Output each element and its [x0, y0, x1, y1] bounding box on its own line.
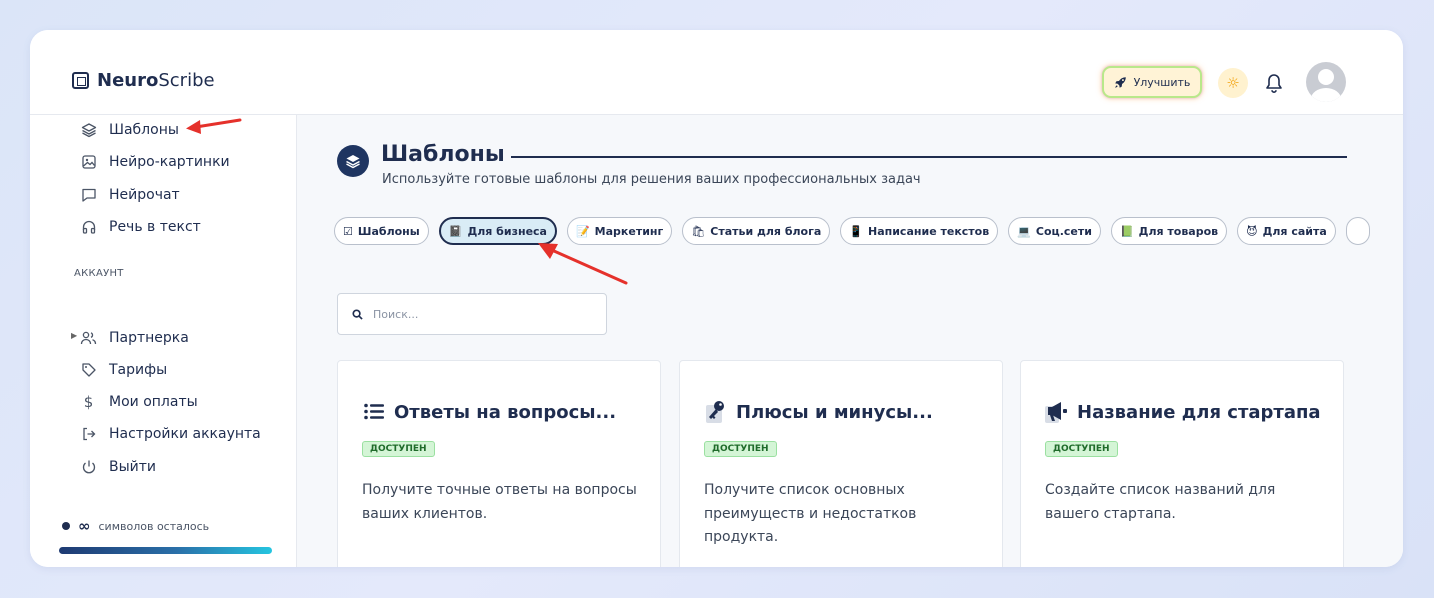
sidebar-item-neuro-images[interactable]: Нейро-картинки	[80, 151, 230, 173]
search-input[interactable]: Поиск...	[337, 293, 607, 335]
app-window: NeuroScribe Улучшить ☼ Шаблоны Нейро-кар…	[30, 30, 1403, 567]
sidebar-item-templates[interactable]: Шаблоны	[80, 119, 179, 141]
credits-symbol: ∞	[78, 517, 91, 535]
sidebar-item-account-settings[interactable]: Настройки аккаунта	[80, 423, 261, 445]
chip-label: Статьи для блога	[710, 224, 822, 238]
list-icon	[362, 399, 386, 425]
credits-progress-bar	[59, 547, 272, 554]
checkbox-icon: ☑	[343, 224, 353, 238]
card-title: Ответы на вопросы...	[362, 399, 616, 425]
sidebar-item-speech-to-text[interactable]: Речь в текст	[80, 216, 201, 238]
status-badge: ДОСТУПЕН	[362, 441, 435, 457]
notifications-button[interactable]	[1262, 70, 1286, 96]
sidebar-item-label: Мои оплаты	[109, 394, 198, 410]
upgrade-button[interactable]: Улучшить	[1102, 66, 1202, 98]
key-icon	[704, 399, 728, 425]
page-title: Шаблоны	[381, 142, 505, 167]
chip-label: Написание текстов	[868, 224, 990, 238]
dollar-icon: $	[83, 393, 94, 411]
top-header: NeuroScribe Улучшить ☼	[30, 30, 1403, 115]
search-icon	[352, 308, 363, 320]
card-description: Получите список основных преимуществ и н…	[704, 482, 917, 545]
sidebar-item-label: Шаблоны	[109, 122, 179, 138]
title-divider	[511, 156, 1347, 158]
annotation-arrow-icon	[186, 118, 242, 134]
card-title: Плюсы и минусы...	[704, 399, 933, 425]
sidebar-item-label: Настройки аккаунта	[109, 426, 261, 442]
card-title-text: Плюсы и минусы...	[736, 401, 933, 423]
category-chip-products[interactable]: 📗 Для товаров	[1110, 217, 1228, 245]
sidebar-item-label: Нейро-картинки	[109, 154, 230, 170]
template-card[interactable]: Название для стартапа ДОСТУПЕН Создайте …	[1020, 360, 1344, 567]
category-chip-templates[interactable]: ☑ Шаблоны	[334, 217, 429, 245]
power-icon	[80, 459, 97, 476]
template-card[interactable]: Ответы на вопросы... ДОСТУПЕН Получите т…	[337, 360, 661, 567]
sidebar-item-label: Выйти	[109, 459, 157, 475]
users-icon	[80, 330, 97, 347]
card-description: Создайте список названий для вашего стар…	[1045, 482, 1276, 522]
status-badge: ДОСТУПЕН	[704, 441, 777, 457]
sidebar-item-tariffs[interactable]: Тарифы	[80, 359, 167, 381]
logo-bold-text: Neuro	[97, 70, 159, 91]
rocket-icon	[1114, 76, 1126, 88]
sidebar-item-payments[interactable]: $ Мои оплаты	[80, 391, 198, 413]
account-section-label: АККАУНТ	[74, 268, 124, 279]
laptop-icon: 💻	[1017, 224, 1031, 238]
category-chip-more[interactable]	[1345, 217, 1370, 245]
category-filter: ☑ Шаблоны 📓 Для бизнеса 📝 Маркетинг 🛍 Статьи…	[334, 217, 1370, 245]
card-title-text: Название для стартапа	[1077, 401, 1321, 423]
devil-icon: 😈	[1246, 224, 1258, 238]
chip-label: Шаблоны	[357, 224, 420, 238]
search-placeholder: Поиск...	[373, 307, 419, 321]
category-chip-blog[interactable]: 🛍 Статьи для блога	[682, 217, 831, 245]
login-icon	[80, 426, 97, 443]
bell-icon	[1266, 74, 1282, 93]
category-chip-writing[interactable]: 📱 Написание текстов	[840, 217, 999, 245]
status-dot	[62, 522, 70, 530]
annotation-arrow-icon	[538, 243, 628, 285]
sidebar-item-label: Нейрочат	[109, 187, 180, 203]
sun-icon: ☼	[1226, 74, 1240, 92]
user-avatar[interactable]	[1306, 62, 1346, 102]
sidebar-item-logout[interactable]: Выйти	[80, 456, 156, 478]
chat-icon	[80, 187, 97, 204]
sidebar-item-neurochat[interactable]: Нейрочат	[80, 184, 180, 206]
card-description: Получите точные ответы на вопросы ваших …	[362, 482, 637, 522]
sidebar: Шаблоны Нейро-картинки Нейрочат Речь в т…	[30, 115, 297, 567]
page-subtitle: Используйте готовые шаблоны для решения …	[382, 172, 921, 187]
logo-icon	[72, 72, 89, 89]
sidebar-item-label: Тарифы	[109, 362, 168, 378]
layers-icon	[337, 145, 369, 177]
layers-icon	[80, 122, 97, 139]
category-chip-social[interactable]: 💻 Соц.сети	[1008, 217, 1101, 245]
upgrade-label: Улучшить	[1133, 75, 1191, 89]
chip-label: Для сайта	[1262, 224, 1327, 238]
megaphone-icon	[1045, 399, 1069, 425]
notebook-icon: 📓	[448, 224, 463, 238]
credits-indicator: ∞ символов осталось	[62, 517, 209, 535]
sidebar-item-label: Речь в текст	[109, 219, 201, 235]
category-chip-website[interactable]: 😈 Для сайта	[1237, 217, 1336, 245]
caret-right-icon[interactable]: ▶	[71, 331, 77, 340]
logo[interactable]: NeuroScribe	[72, 70, 215, 91]
chip-label: Соц.сети	[1035, 224, 1092, 238]
book-icon: 📗	[1119, 224, 1134, 238]
shopping-bags-icon: 🛍	[691, 224, 706, 238]
sidebar-item-partner[interactable]: Партнерка	[80, 327, 189, 349]
chip-label: Для товаров	[1138, 224, 1219, 238]
phone-icon: 📱	[849, 224, 863, 238]
credits-text: символов осталось	[98, 519, 210, 533]
card-title: Название для стартапа	[1045, 399, 1321, 425]
logo-rest-text: Scribe	[158, 70, 215, 91]
image-icon	[80, 154, 97, 171]
theme-toggle-button[interactable]: ☼	[1218, 68, 1248, 98]
card-title-text: Ответы на вопросы...	[394, 401, 617, 423]
main-content: Шаблоны Используйте готовые шаблоны для …	[297, 115, 1403, 567]
status-badge: ДОСТУПЕН	[1045, 441, 1118, 457]
template-card[interactable]: Плюсы и минусы... ДОСТУПЕН Получите спис…	[679, 360, 1003, 567]
tag-icon	[80, 362, 97, 379]
headphones-icon	[80, 219, 97, 236]
sidebar-item-label: Партнерка	[109, 330, 189, 346]
